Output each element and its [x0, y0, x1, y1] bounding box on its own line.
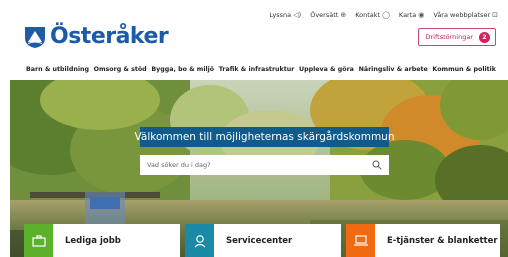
- utility-bar: Lyssna ◁) Översätt ⊕ Kontakt ◯ Karta ◉ V…: [269, 11, 498, 19]
- card-lediga-jobb[interactable]: Lediga jobb: [24, 224, 180, 257]
- nav-item-uppleva[interactable]: Uppleva & göra: [299, 66, 354, 73]
- disruptions-label: Driftstörningar: [425, 33, 473, 41]
- external-link-icon: ⊡: [492, 11, 498, 19]
- utility-translate[interactable]: Översätt ⊕: [310, 11, 346, 19]
- card-icon-box: [346, 224, 375, 257]
- utility-listen[interactable]: Lyssna ◁): [269, 11, 301, 19]
- nav-item-omsorg-stod[interactable]: Omsorg & stöd: [94, 66, 147, 73]
- search-box: [140, 155, 389, 175]
- nav-item-trafik[interactable]: Trafik & infrastruktur: [219, 66, 295, 73]
- card-label: Servicecenter: [226, 235, 293, 246]
- utility-sites-label: Våra webbplatser: [433, 11, 491, 19]
- card-e-tjanster[interactable]: E-tjänster & blanketter: [346, 224, 500, 257]
- utility-translate-label: Översätt: [310, 11, 339, 19]
- nav-item-kommun-politik[interactable]: Kommun & politik: [432, 66, 496, 73]
- search-icon[interactable]: [372, 160, 382, 170]
- welcome-banner: Välkommen till möjligheternas skärgårdsk…: [135, 127, 394, 147]
- utility-map-label: Karta: [398, 11, 417, 19]
- utility-contact-label: Kontakt: [355, 11, 381, 19]
- nav-item-naringsliv[interactable]: Näringsliv & arbete: [359, 66, 428, 73]
- utility-sites[interactable]: Våra webbplatser ⊡: [433, 11, 498, 19]
- chat-icon: ◯: [382, 11, 390, 19]
- briefcase-icon: [31, 234, 46, 247]
- utility-contact[interactable]: Kontakt ◯: [355, 11, 390, 19]
- coat-of-arms-icon: [25, 27, 45, 48]
- main-nav: Barn & utbildning Omsorg & stöd Bygga, b…: [0, 66, 508, 73]
- utility-map[interactable]: Karta ◉: [399, 11, 424, 19]
- site-logo[interactable]: Österåker: [24, 24, 169, 49]
- map-pin-icon: ◉: [418, 11, 425, 19]
- disruptions-count-badge: 2: [479, 31, 490, 43]
- support-person-icon: [194, 234, 205, 247]
- card-servicecenter[interactable]: Servicecenter: [185, 224, 341, 257]
- search-input[interactable]: [147, 161, 357, 169]
- nav-item-barn-utbildning[interactable]: Barn & utbildning: [26, 66, 89, 73]
- disruptions-button[interactable]: Driftstörningar 2: [418, 28, 496, 46]
- laptop-hand-icon: [353, 234, 368, 246]
- brand-name: Österåker: [50, 24, 169, 49]
- card-label: Lediga jobb: [65, 235, 121, 246]
- globe-icon: ⊕: [340, 11, 347, 19]
- card-icon-box: [24, 224, 53, 257]
- card-label: E-tjänster & blanketter: [387, 235, 498, 246]
- nav-item-bygga-bo-miljo[interactable]: Bygga, bo & miljö: [151, 66, 214, 73]
- speaker-icon: ◁): [293, 11, 302, 19]
- utility-listen-label: Lyssna: [269, 11, 292, 19]
- card-icon-box: [185, 224, 214, 257]
